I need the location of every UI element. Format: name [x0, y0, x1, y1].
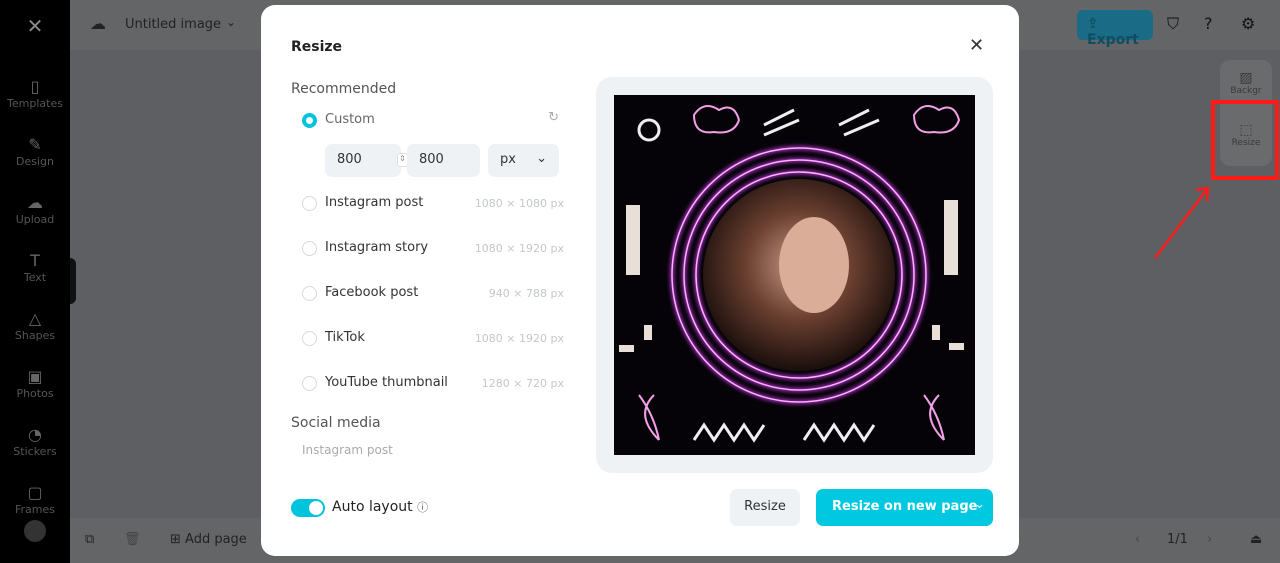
annotation-arrow	[1154, 186, 1210, 259]
radio-selected[interactable]	[302, 113, 317, 128]
export-button[interactable]: ⇪ Export	[1077, 10, 1153, 48]
preview-image	[614, 95, 975, 455]
info-icon[interactable]: ⓘ	[417, 501, 428, 514]
radio-button[interactable]	[302, 376, 317, 391]
option-facebook-post[interactable]: Facebook post 940 × 788 px	[302, 283, 564, 303]
sidebar-item-text[interactable]: T Text	[0, 251, 70, 284]
sidebar: ✕ ▯ Templates ✎ Design ☁ Upload T Text △ Shapes ▣ P…	[0, 0, 70, 563]
option-instagram-post[interactable]: Instagram post 1080 × 1080 px	[302, 193, 564, 213]
radio-button[interactable]	[302, 331, 317, 346]
chevron-down-icon[interactable]: ⌄	[974, 497, 985, 512]
sidebar-collapse-handle[interactable]	[70, 258, 76, 304]
sidebar-item-photos[interactable]: ▣ Photos	[0, 367, 70, 400]
add-page-button[interactable]: ⊞ Add page	[170, 532, 247, 547]
height-input[interactable]: 800	[407, 144, 480, 177]
next-page-icon[interactable]: ›	[1207, 532, 1212, 547]
upload-icon: ☁	[27, 193, 43, 212]
settings-icon[interactable]: ⚙	[1241, 14, 1255, 33]
social-media-heading: Social media	[291, 415, 381, 431]
capcut-logo-icon[interactable]: ✕	[20, 14, 50, 38]
text-icon: T	[30, 251, 40, 270]
document-title[interactable]: Untitled image	[125, 17, 221, 32]
close-icon[interactable]: ✕	[969, 35, 984, 56]
preview-artwork	[619, 105, 964, 443]
frames-icon: ▢	[27, 483, 43, 502]
photos-icon: ▣	[27, 367, 43, 386]
sidebar-item-shapes[interactable]: △ Shapes	[0, 309, 70, 342]
shield-icon[interactable]: ⛉	[1167, 14, 1179, 34]
dialog-title: Resize	[291, 39, 343, 55]
page-indicator: 1/1	[1167, 532, 1188, 547]
shapes-icon: △	[28, 309, 42, 328]
auto-layout-label: Auto layout ⓘ	[332, 499, 429, 515]
chevron-down-icon[interactable]: ⌄	[226, 15, 236, 29]
background-icon: ▨	[1239, 70, 1253, 86]
cloud-saved-icon: ☁	[90, 14, 106, 33]
radio-button[interactable]	[302, 241, 317, 256]
sidebar-item-frames[interactable]: ▢ Frames	[0, 483, 70, 516]
preview-panel	[596, 77, 993, 473]
resize-button[interactable]: Resize	[730, 489, 800, 526]
resize-dialog: Resize ✕ Recommended Custom ↻ 800 ⇕ 800 …	[261, 5, 1019, 556]
social-option[interactable]: Instagram post	[302, 443, 393, 457]
help-icon[interactable]: ?	[1204, 14, 1213, 33]
prev-page-icon[interactable]: ‹	[1135, 532, 1140, 547]
radio-button[interactable]	[302, 286, 317, 301]
highlight-box	[1211, 100, 1279, 180]
templates-icon: ▯	[30, 77, 40, 96]
reset-icon[interactable]: ↻	[548, 110, 559, 125]
resize-on-new-page-button[interactable]: Resize on new page ⌄	[816, 489, 993, 526]
sidebar-item-templates[interactable]: ▯ Templates	[0, 77, 70, 110]
design-icon: ✎	[28, 135, 42, 154]
width-input[interactable]: 800	[325, 144, 401, 177]
recommended-heading: Recommended	[291, 81, 397, 97]
delete-icon[interactable]: 🗑	[124, 532, 141, 547]
sidebar-item-stickers[interactable]: ◔ Stickers	[0, 425, 70, 458]
option-youtube-thumbnail[interactable]: YouTube thumbnail 1280 × 720 px	[302, 373, 564, 393]
option-tiktok[interactable]: TikTok 1080 × 1920 px	[302, 328, 564, 348]
auto-layout-toggle[interactable]	[291, 499, 325, 517]
option-custom[interactable]: Custom ↻	[302, 110, 564, 130]
sidebar-item-design[interactable]: ✎ Design	[0, 135, 70, 168]
unit-select[interactable]: px ⌄	[488, 144, 559, 177]
chevron-down-icon: ⌄	[536, 151, 547, 166]
more-icon[interactable]	[24, 520, 46, 542]
radio-button[interactable]	[302, 196, 317, 211]
sidebar-item-upload[interactable]: ☁ Upload	[0, 193, 70, 226]
unlock-icon[interactable]: ⏏	[1250, 532, 1262, 547]
background-tool[interactable]: ▨ Backgr	[1220, 70, 1272, 96]
duplicate-page-icon[interactable]: ⧉	[85, 532, 94, 547]
stickers-icon: ◔	[28, 425, 42, 444]
option-instagram-story[interactable]: Instagram story 1080 × 1920 px	[302, 238, 564, 258]
